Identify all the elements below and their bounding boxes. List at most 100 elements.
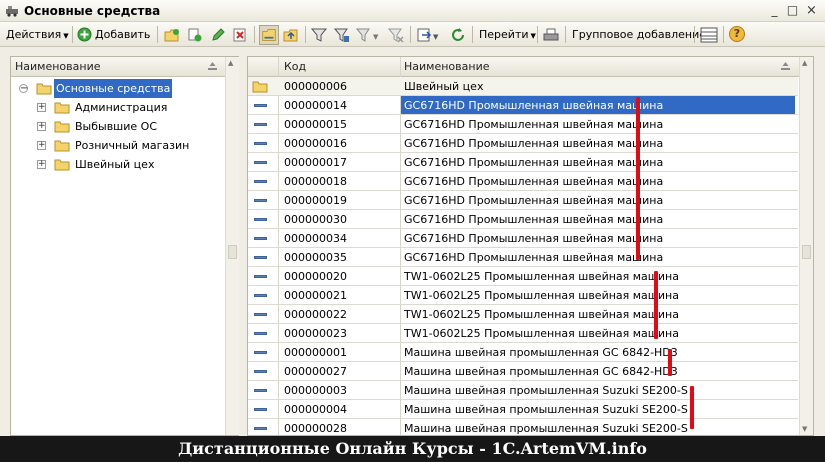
code-cell: 000000027 — [284, 365, 347, 378]
scroll-up-icon[interactable]: ▲ — [802, 59, 807, 67]
clear-filter-icon[interactable] — [388, 27, 404, 43]
table-row[interactable]: 000000014 GC6716HD Промышленная швейная м… — [248, 96, 798, 115]
toolbar-separator — [72, 26, 73, 43]
table-row[interactable]: 000000004 Машина швейная промышленная Suz… — [248, 400, 798, 419]
table-row[interactable]: 000000003 Машина швейная промышленная Suz… — [248, 381, 798, 400]
sort-icon — [208, 62, 217, 70]
app-icon — [6, 6, 18, 17]
scroll-down-icon[interactable]: ▼ — [802, 425, 807, 433]
filter-value-icon[interactable] — [334, 27, 350, 43]
table-row[interactable]: 000000020 TW1-0602L25 Промышленная швейна… — [248, 267, 798, 286]
sort-icon — [781, 62, 790, 70]
table-row[interactable]: 000000028 Машина швейная промышленная Suz… — [248, 419, 798, 435]
toolbar-separator — [723, 26, 724, 43]
name-cell: Швейный цех — [404, 80, 484, 93]
add-button[interactable]: Добавить — [77, 25, 150, 44]
item-icon — [254, 351, 267, 354]
scroll-thumb[interactable] — [228, 245, 237, 259]
table-row[interactable]: 000000017 GC6716HD Промышленная швейная м… — [248, 153, 798, 172]
actions-label: Действия — [6, 28, 62, 41]
table-row[interactable]: 000000018 GC6716HD Промышленная швейная м… — [248, 172, 798, 191]
delete-icon[interactable] — [232, 27, 248, 43]
toolbar: Действия ▼ Добавить ▼ ▼ Перейти ▼ Группо… — [0, 22, 825, 47]
toolbar-separator — [305, 26, 306, 43]
expand-icon[interactable]: + — [37, 103, 46, 112]
edit-icon[interactable] — [210, 27, 226, 43]
output-list-icon[interactable] — [416, 27, 432, 43]
goto-menu[interactable]: Перейти ▼ — [479, 25, 536, 44]
tree-item-label: Швейный цех — [75, 158, 155, 171]
maximize-button[interactable]: □ — [784, 3, 801, 19]
table-row[interactable]: 000000001 Машина швейная промышленная GC … — [248, 343, 798, 362]
add-icon — [77, 27, 92, 42]
table-row-group[interactable]: 000000006 Швейный цех — [248, 77, 798, 96]
tree-scrollbar[interactable]: ▲ — [225, 57, 239, 435]
name-cell: GC6716HD Промышленная швейная машина — [404, 232, 664, 245]
actions-menu[interactable]: Действия ▼ — [6, 25, 69, 44]
table-row[interactable]: 000000016 GC6716HD Промышленная швейная м… — [248, 134, 798, 153]
goto-label: Перейти — [479, 28, 529, 41]
table-row[interactable]: 000000015 GC6716HD Промышленная швейная м… — [248, 115, 798, 134]
table-row[interactable]: 000000027 Машина швейная промышленная GC … — [248, 362, 798, 381]
tree-header[interactable]: Наименование — [11, 57, 225, 77]
promo-banner: Дистанционные Онлайн Курсы - 1C.ArtemVM.… — [0, 436, 825, 462]
item-icon — [254, 218, 267, 221]
name-cell: GC6716HD Промышленная швейная машина — [401, 96, 795, 114]
code-cell: 000000014 — [284, 99, 347, 112]
tree-item-retail[interactable]: + Розничный магазин — [11, 136, 221, 155]
scroll-up-icon[interactable]: ▲ — [228, 59, 233, 67]
print-icon[interactable] — [543, 27, 559, 43]
expand-icon[interactable]: + — [37, 122, 46, 131]
expand-icon[interactable]: + — [37, 160, 46, 169]
toolbar-separator — [537, 26, 538, 43]
scroll-thumb[interactable] — [802, 245, 811, 259]
table-row[interactable]: 000000022 TW1-0602L25 Промышленная швейна… — [248, 305, 798, 324]
item-icon — [254, 256, 267, 259]
list-settings-icon[interactable] — [700, 27, 718, 43]
tree-item-administration[interactable]: + Администрация — [11, 98, 221, 117]
list-scrollbar[interactable]: ▲ ▼ — [799, 57, 813, 435]
add-folder-icon[interactable] — [164, 27, 180, 43]
name-cell: GC6716HD Промышленная швейная машина — [404, 118, 664, 131]
filter-history-icon[interactable] — [356, 27, 372, 43]
table-row[interactable]: 000000023 TW1-0602L25 Промышленная швейна… — [248, 324, 798, 343]
tree-item-sewing[interactable]: + Швейный цех — [11, 155, 221, 174]
hierarchy-view-icon[interactable] — [259, 25, 279, 45]
group-marker — [668, 349, 672, 376]
chevron-down-icon[interactable]: ▼ — [433, 28, 438, 47]
name-cell: Машина швейная промышленная GC 6842-HD3 — [404, 346, 678, 359]
help-icon[interactable]: ? — [729, 26, 745, 42]
table-row[interactable]: 000000019 GC6716HD Промышленная швейная м… — [248, 191, 798, 210]
folder-icon — [36, 83, 52, 95]
group-add-button[interactable]: Групповое добавление — [572, 25, 706, 44]
item-icon — [254, 332, 267, 335]
table-row[interactable]: 000000035 GC6716HD Промышленная швейная м… — [248, 248, 798, 267]
table-row[interactable]: 000000030 GC6716HD Промышленная швейная м… — [248, 210, 798, 229]
group-marker — [654, 271, 658, 339]
table-row[interactable]: 000000034 GC6716HD Промышленная швейная м… — [248, 229, 798, 248]
minimize-button[interactable]: _ — [766, 3, 783, 19]
code-cell: 000000022 — [284, 308, 347, 321]
column-header-name[interactable]: Наименование — [404, 60, 489, 73]
folder-icon — [54, 159, 70, 171]
code-cell: 000000028 — [284, 422, 347, 435]
collapse-icon[interactable]: − — [19, 84, 28, 94]
name-cell: TW1-0602L25 Промышленная швейная машина — [404, 308, 679, 321]
item-icon — [254, 275, 267, 278]
tree-root[interactable]: − Основные средства — [11, 79, 221, 98]
expand-icon[interactable]: + — [37, 141, 46, 150]
column-header-code[interactable]: Код — [284, 60, 306, 73]
name-cell: TW1-0602L25 Промышленная швейная машина — [404, 289, 679, 302]
folder-up-icon[interactable] — [283, 27, 299, 43]
close-button[interactable]: × — [803, 3, 820, 19]
filter-icon[interactable] — [311, 27, 327, 43]
copy-icon[interactable] — [187, 27, 203, 43]
refresh-icon[interactable] — [450, 27, 466, 43]
name-cell: Машина швейная промышленная GC 6842-HD3 — [404, 365, 678, 378]
name-cell: TW1-0602L25 Промышленная швейная машина — [404, 327, 679, 340]
chevron-down-icon[interactable]: ▼ — [373, 28, 378, 47]
table-row[interactable]: 000000021 TW1-0602L25 Промышленная швейна… — [248, 286, 798, 305]
tree-item-retired[interactable]: + Выбывшие ОС — [11, 117, 221, 136]
folder-icon — [54, 121, 70, 133]
folder-icon — [252, 81, 268, 93]
